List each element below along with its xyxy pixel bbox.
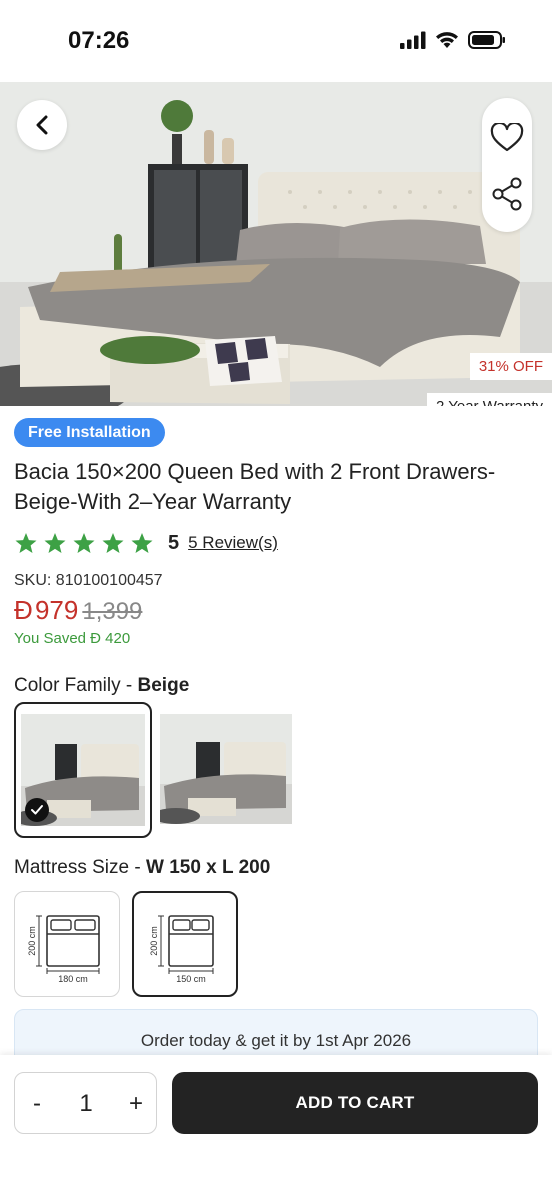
mattress-width: 180 cm [58,974,88,984]
color-family-selected: Beige [137,675,190,696]
currency-symbol: Đ [14,595,33,625]
old-price: 1,399 [82,598,143,625]
image-actions [482,98,532,232]
product-title: Bacia 150×200 Queen Bed with 2 Front Dra… [14,459,496,514]
mattress-size-prefix: Mattress Size - [14,857,146,878]
qty-decrease-button[interactable]: - [25,1087,49,1121]
status-icons [400,30,506,50]
check-icon [25,798,49,822]
mattress-option-150x200[interactable]: 200 cm 150 cm [132,891,238,997]
back-button[interactable] [17,100,67,150]
star-icon [102,532,124,553]
heart-icon [490,123,524,152]
star-icon [131,532,153,553]
warranty-tag: 2 Year Warranty [427,393,552,406]
qty-increase-button[interactable]: + [123,1087,149,1121]
mattress-size-label: Mattress Size - W 150 x L 200 [14,857,270,879]
current-price: Đ 979 [14,595,78,626]
saved-amount: You Saved Đ 420 [14,630,131,647]
status-bar: 07:26 [0,0,552,82]
delivery-text: Order today & get it by 1st Apr 2026 [140,1031,412,1050]
reviews-link[interactable]: 5 Review(s) [188,533,278,553]
color-family-label: Color Family - Beige [14,675,189,697]
star-icon [44,532,66,553]
color-swatch-beige-1[interactable] [14,702,152,838]
product-hero-image: 31% OFF 2 Year Warranty [0,82,552,406]
swatch-bed-photo [160,714,292,824]
signal-icon [400,31,426,49]
rating-row: 5 5 Review(s) [14,530,278,556]
star-icon [73,532,95,553]
status-time: 07:26 [68,27,130,54]
quantity-stepper: - 1 + [14,1072,157,1134]
share-button[interactable] [482,174,532,214]
color-swatch-beige-2[interactable] [160,714,292,824]
swatch-image [21,714,145,826]
qty-value[interactable]: 1 [71,1087,101,1121]
bottom-action-bar: - 1 + ADD TO CART [0,1055,552,1197]
price-row: Đ 979 1,399 [14,595,142,626]
discount-tag: 31% OFF [469,353,552,380]
bed-size-icon: 200 cm 180 cm [27,915,100,984]
rating-value: 5 [168,531,180,554]
mattress-width: 150 cm [176,974,206,984]
share-icon [492,177,522,211]
star-icon [15,532,37,553]
battery-icon [468,31,505,49]
mattress-option-180x200[interactable]: 200 cm 180 cm [14,891,120,997]
price-value: 979 [34,595,79,625]
wishlist-button[interactable] [482,118,532,158]
bed-size-icon: 200 cm 150 cm [149,915,214,984]
mattress-length: 200 cm [149,926,159,956]
back-chevron-icon [36,115,48,135]
color-family-prefix: Color Family - [14,675,138,696]
mattress-size-selected: W 150 x L 200 [145,857,271,878]
add-to-cart-button[interactable]: ADD TO CART [172,1072,538,1134]
wifi-icon [436,32,458,48]
free-installation-badge: Free Installation [14,418,165,447]
mattress-length: 200 cm [27,926,37,956]
sku: SKU: 810100100457 [14,572,163,589]
rating-stars [14,532,154,555]
